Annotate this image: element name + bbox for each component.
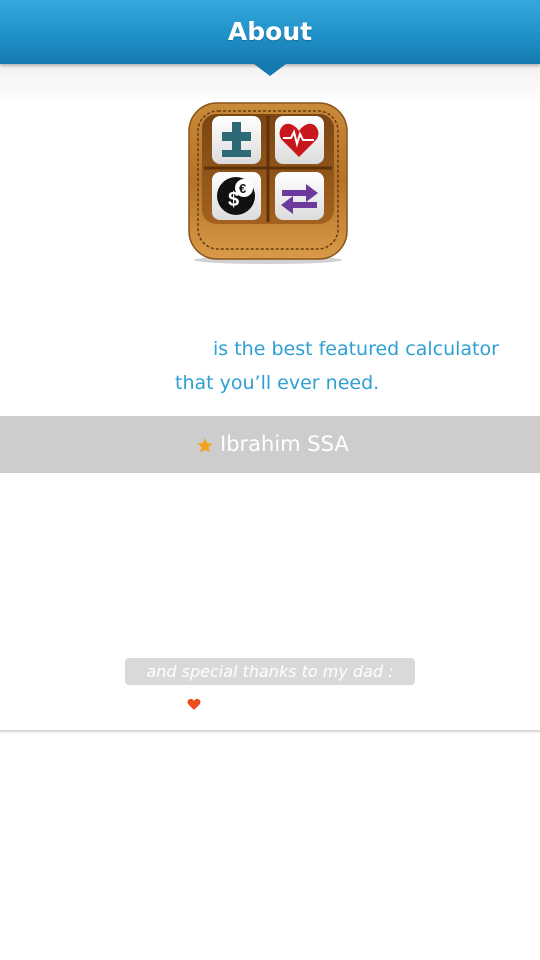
calculator-app-icon: $ € <box>188 102 348 264</box>
tagline-line-1: is the best featured calculator <box>213 338 499 360</box>
divider <box>0 730 540 733</box>
tagline-line-2: that you’ll ever need. <box>175 372 380 394</box>
page-title: About <box>227 17 313 46</box>
star-icon <box>197 438 213 453</box>
header-pointer <box>254 64 286 76</box>
header-bar: About <box>0 0 540 76</box>
heart-icon <box>187 698 201 710</box>
svg-text:$: $ <box>228 189 239 211</box>
thanks-text: and special thanks to my dad : <box>146 662 394 681</box>
author-name: Ibrahim SSA <box>220 432 349 456</box>
svg-text:€: € <box>239 181 246 196</box>
thanks-pill: and special thanks to my dad : <box>125 658 415 685</box>
